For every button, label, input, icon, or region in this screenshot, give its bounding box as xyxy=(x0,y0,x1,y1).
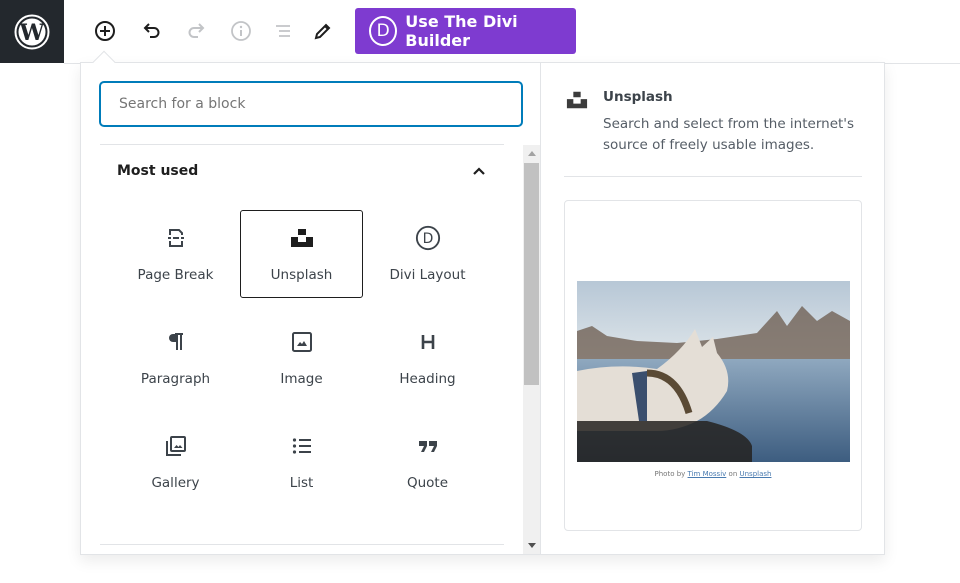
divider xyxy=(564,176,862,177)
block-label: Divi Layout xyxy=(389,267,466,283)
panel-title-most-used: Most used xyxy=(117,163,199,179)
edit-tools-button[interactable] xyxy=(310,18,336,44)
block-item-unsplash[interactable]: Unsplash xyxy=(240,210,363,298)
scrollbar-thumb[interactable] xyxy=(524,163,539,385)
chevron-up-icon xyxy=(473,167,485,175)
image-icon xyxy=(291,332,312,352)
block-item-paragraph[interactable]: Paragraph xyxy=(114,314,237,402)
divi-icon: D xyxy=(415,225,440,251)
quote-icon xyxy=(418,441,437,452)
preview-title: Unsplash xyxy=(603,89,673,105)
add-block-icon xyxy=(95,21,115,41)
info-button[interactable] xyxy=(228,18,254,44)
edit-tools-icon xyxy=(314,23,331,40)
block-search-input[interactable] xyxy=(99,81,523,127)
svg-text:W: W xyxy=(19,20,45,46)
block-item-heading[interactable]: Heading xyxy=(366,314,489,402)
triangle-down-icon xyxy=(527,543,536,548)
unsplash-icon xyxy=(566,91,588,109)
block-label: Heading xyxy=(399,371,456,387)
block-label: Image xyxy=(280,371,323,387)
divi-logo-icon: D xyxy=(369,16,398,46)
block-label: Page Break xyxy=(137,267,214,283)
paragraph-icon xyxy=(168,333,183,350)
wordpress-logo[interactable]: W xyxy=(0,0,64,63)
divider xyxy=(100,544,504,545)
block-item-image[interactable]: Image xyxy=(240,314,363,402)
preview-description: Search and select from the internet's so… xyxy=(603,116,855,153)
photo-caption: Photo by Tim Mossiv on Unsplash xyxy=(565,470,861,478)
block-item-list[interactable]: List xyxy=(240,418,363,506)
caption-prefix: Photo by xyxy=(654,470,686,478)
triangle-up-icon xyxy=(527,151,536,156)
block-item-gallery[interactable]: Gallery xyxy=(114,418,237,506)
use-divi-builder-button[interactable]: D Use The Divi Builder xyxy=(355,8,576,54)
block-item-quote[interactable]: Quote xyxy=(366,418,489,506)
block-label: Paragraph xyxy=(140,371,211,387)
unsplash-link[interactable]: Unsplash xyxy=(740,470,772,478)
info-icon xyxy=(231,21,251,41)
heading-icon xyxy=(421,335,434,349)
wordpress-logo-icon: W xyxy=(14,14,50,49)
scroll-down-button[interactable] xyxy=(523,537,540,554)
add-block-button[interactable] xyxy=(92,18,118,44)
scroll-up-button[interactable] xyxy=(523,145,540,162)
block-label: Quote xyxy=(406,475,449,491)
block-navigation-icon xyxy=(276,25,290,37)
block-label: List xyxy=(289,475,314,491)
block-label: Unsplash xyxy=(270,267,333,283)
undo-icon xyxy=(143,23,160,38)
redo-button[interactable] xyxy=(184,18,210,44)
block-preview-card: Photo by Tim Mossiv on Unsplash xyxy=(564,200,862,531)
block-item-page-break[interactable]: Page Break xyxy=(114,210,237,298)
photo-illustration xyxy=(577,281,850,462)
block-preview-pane: Unsplash Search and select from the inte… xyxy=(542,63,885,554)
photo-author-link[interactable]: Tim Mossiv xyxy=(688,470,727,478)
svg-text:D: D xyxy=(422,231,433,247)
page-break-icon xyxy=(167,229,184,247)
block-inserter-popover: Most used Page Break Unsplash D Divi Lay… xyxy=(80,62,885,555)
block-list-pane: Most used Page Break Unsplash D Divi Lay… xyxy=(81,63,541,554)
gallery-icon xyxy=(165,436,186,456)
caption-middle: on xyxy=(728,470,738,478)
block-list-scrollbar[interactable] xyxy=(523,145,540,554)
redo-icon xyxy=(188,23,205,38)
preview-photo-dog-in-water xyxy=(577,281,850,462)
unsplash-icon xyxy=(290,229,313,247)
undo-button[interactable] xyxy=(138,18,164,44)
list-icon xyxy=(292,438,311,454)
divi-button-label: Use The Divi Builder xyxy=(405,12,518,50)
block-label: Gallery xyxy=(151,475,200,491)
divider xyxy=(100,144,504,145)
block-item-divi-layout[interactable]: D Divi Layout xyxy=(366,210,489,298)
panel-collapse-toggle[interactable] xyxy=(469,161,489,181)
block-navigation-button[interactable] xyxy=(270,18,296,44)
